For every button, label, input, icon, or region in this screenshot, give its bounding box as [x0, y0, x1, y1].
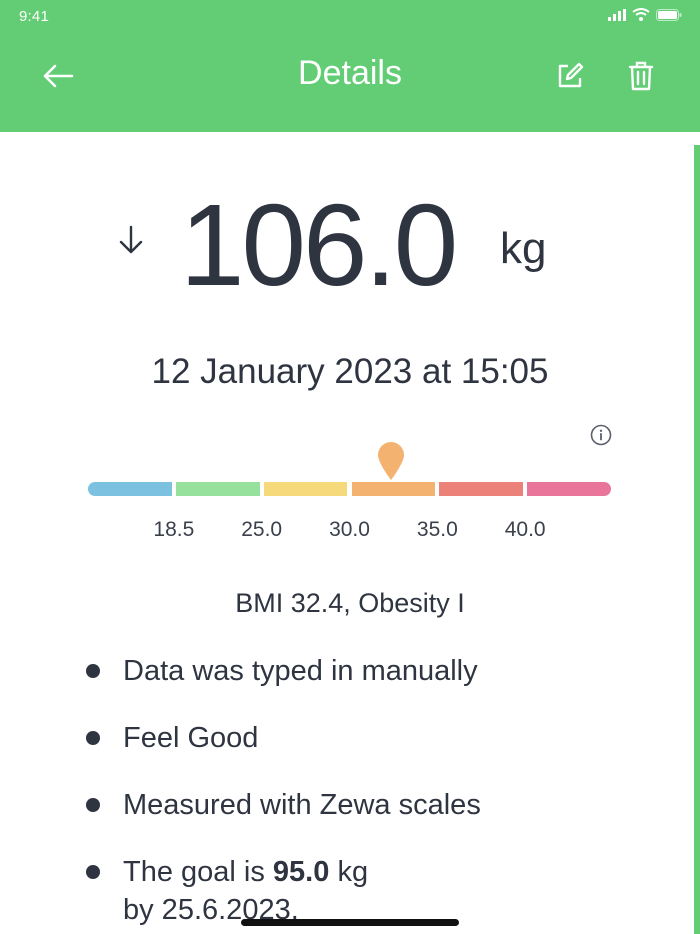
list-item: Data was typed in manually: [86, 652, 478, 690]
weight-display: 106.0 kg: [0, 180, 700, 310]
edit-button[interactable]: [550, 56, 590, 96]
bmi-tick-label: 18.5: [153, 518, 195, 541]
status-icons: [608, 8, 682, 21]
bmi-tick-label: 35.0: [416, 518, 458, 541]
bmi-segment: [439, 482, 524, 496]
bmi-segment: [263, 482, 348, 496]
bmi-tick-label: 30.0: [329, 518, 370, 541]
goal-prefix: The goal is: [123, 856, 265, 888]
bmi-label: BMI 32.4, Obesity I: [235, 588, 465, 618]
wifi-icon: [632, 8, 650, 21]
bullet-icon: [86, 664, 100, 678]
note-text: Measured with Zewa scales: [123, 789, 481, 821]
goal-value: 95.0: [272, 856, 330, 888]
info-icon[interactable]: [590, 424, 612, 446]
home-indicator: [241, 919, 459, 926]
bmi-segment: [175, 482, 260, 496]
list-item: The goal is 95.0 kg by 25.6.2023.: [86, 853, 368, 929]
bullet-icon: [86, 731, 100, 745]
weight-unit: kg: [500, 224, 547, 273]
bmi-tick-label: 25.0: [241, 518, 283, 541]
bmi-scale-bar: [88, 482, 611, 496]
edit-icon: [558, 62, 584, 88]
bullet-icon: [86, 798, 100, 812]
note-text: Data was typed in manually: [123, 655, 478, 687]
arrow-down-icon: [119, 225, 143, 254]
battery-icon: [656, 8, 682, 21]
goal-unit: kg: [337, 856, 369, 888]
weight-value: 106.0: [180, 180, 458, 310]
bmi-segment: [527, 482, 611, 496]
bmi-tick-label: 40.0: [504, 518, 546, 541]
delete-button[interactable]: [621, 56, 661, 96]
status-time: 9:41: [19, 8, 49, 25]
note-text: Feel Good: [123, 722, 259, 754]
bullet-icon: [86, 865, 100, 879]
bmi-segment: [351, 482, 436, 496]
page-title: Details: [298, 54, 402, 92]
goal-note: The goal is 95.0 kg by 25.6.2023.: [123, 853, 368, 929]
app-header: 9:41 Details: [0, 0, 700, 132]
signal-icon: [608, 8, 626, 21]
status-bar: 9:41: [0, 0, 700, 34]
list-item: Measured with Zewa scales: [86, 786, 481, 824]
measurement-datetime: 12 January 2023 at 15:05: [151, 352, 549, 391]
trash-icon: [628, 61, 654, 91]
list-item: Feel Good: [86, 719, 258, 757]
bmi-segment: [88, 482, 172, 496]
bmi-marker: [378, 442, 404, 480]
